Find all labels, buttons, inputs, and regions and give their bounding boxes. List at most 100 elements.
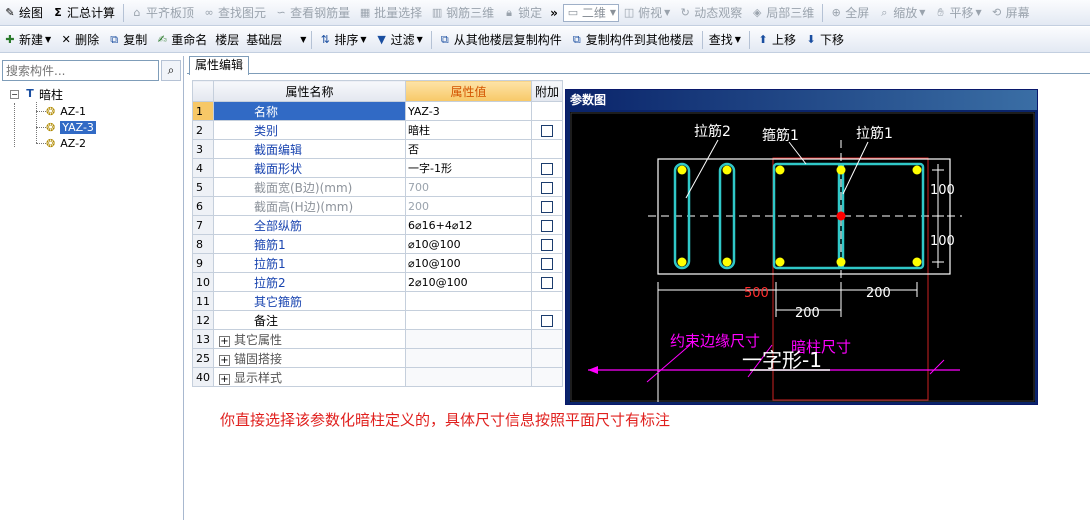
column-header-extra[interactable]: 附加: [531, 80, 563, 102]
table-row[interactable]: 2 类别 暗柱: [192, 120, 563, 140]
table-row[interactable]: 13 + 其它属性: [192, 329, 563, 349]
expand-icon[interactable]: +: [219, 335, 230, 347]
top-view-button[interactable]: ◫ 俯视 ▼: [619, 2, 673, 24]
parameter-diagram-canvas[interactable]: 拉筋2 箍筋1 拉筋1 100 100 500 200 200 约束边缘尺寸 暗…: [570, 112, 1035, 402]
property-value-cell[interactable]: ⌀10@100: [405, 234, 532, 254]
find-element-button[interactable]: ∞ 查找图元: [199, 2, 269, 24]
property-name-cell[interactable]: 截面编辑: [213, 139, 406, 159]
orbit-button[interactable]: ↻ 动态观察: [675, 2, 745, 24]
tree-node-anzhu[interactable]: − T 暗柱: [10, 86, 63, 102]
attach-checkbox[interactable]: [541, 257, 553, 270]
collapse-icon[interactable]: −: [10, 89, 19, 99]
component-toolbar: ✚ 新建 ▼ ✕ 删除 ⧉ 复制 ✍ 重命名 楼层 基础层 ▼ ⇅ 排序 ▼ ▼ 过滤 ▼ ⧉ 从其他…: [0, 27, 1090, 53]
view-rebar-button[interactable]: ∽ 查看钢筋量: [271, 2, 353, 24]
property-value-cell[interactable]: [405, 310, 532, 330]
align-slab-top-button[interactable]: ⌂ 平齐板顶: [127, 2, 197, 24]
copy-button[interactable]: ⧉ 复制: [104, 29, 150, 51]
zoom-button[interactable]: ⌕ 缩放 ▼: [874, 2, 928, 24]
property-name-cell[interactable]: 截面宽(B边)(mm): [213, 177, 406, 197]
move-down-button[interactable]: ⬇ 下移: [801, 29, 847, 51]
property-value-cell[interactable]: 6⌀16+4⌀12: [405, 215, 532, 235]
new-button[interactable]: ✚ 新建 ▼: [0, 29, 54, 51]
property-value-cell[interactable]: 700: [405, 177, 532, 197]
delete-button[interactable]: ✕ 删除: [56, 29, 102, 51]
rebar-3d-button[interactable]: ▥ 钢筋三维: [427, 2, 497, 24]
table-row[interactable]: 7 全部纵筋 6⌀16+4⌀12: [192, 215, 563, 235]
table-row[interactable]: 5 截面宽(B边)(mm) 700: [192, 177, 563, 197]
table-row[interactable]: 9 拉筋1 ⌀10@100: [192, 253, 563, 273]
table-row[interactable]: 40 + 显示样式: [192, 367, 563, 387]
table-row[interactable]: 1 名称 YAZ-3: [192, 101, 563, 121]
tree-item-az-1[interactable]: ❂ AZ-1: [46, 103, 86, 119]
property-name-cell[interactable]: 拉筋2: [213, 272, 406, 292]
property-name-cell[interactable]: 截面形状: [213, 158, 406, 178]
leader-stirrup1: [788, 141, 807, 165]
fullscreen-button[interactable]: ⊕ 全屏: [826, 2, 872, 24]
property-name-cell[interactable]: 截面高(H边)(mm): [213, 196, 406, 216]
expand-icon[interactable]: +: [219, 354, 230, 366]
property-value-cell[interactable]: 2⌀10@100: [405, 272, 532, 292]
copy-from-floor-button[interactable]: ⧉ 从其他楼层复制构件: [435, 29, 565, 51]
search-input[interactable]: [2, 60, 159, 81]
property-name-cell[interactable]: 备注: [213, 310, 406, 330]
find-button[interactable]: 查找 ▼: [706, 29, 744, 51]
property-value-cell[interactable]: [405, 291, 532, 311]
table-row[interactable]: 6 截面高(H边)(mm) 200: [192, 196, 563, 216]
filter-button[interactable]: ▼ 过滤 ▼: [372, 29, 426, 51]
attach-checkbox[interactable]: [541, 181, 553, 194]
property-name-cell[interactable]: + 显示样式: [213, 367, 406, 387]
sort-button[interactable]: ⇅ 排序 ▼: [315, 29, 369, 51]
screen-button[interactable]: ⟲ 屏幕: [987, 2, 1033, 24]
property-value-cell[interactable]: 暗柱: [405, 120, 532, 140]
toolbar-overflow-button[interactable]: »: [547, 2, 561, 24]
pan-button[interactable]: ✋︎ 平移 ▼: [930, 2, 984, 24]
property-value-cell[interactable]: 200: [405, 196, 532, 216]
tree-item-yaz-3[interactable]: ❂ YAZ-3: [46, 119, 96, 135]
search-icon[interactable]: ⌕: [161, 60, 181, 81]
property-name-cell[interactable]: + 其它属性: [213, 329, 406, 349]
rename-button[interactable]: ✍ 重命名: [152, 29, 210, 51]
column-header-value[interactable]: 属性值: [405, 80, 532, 102]
property-value-cell[interactable]: ⌀10@100: [405, 253, 532, 273]
property-value-cell[interactable]: [405, 367, 532, 387]
tree-item-az-2[interactable]: ❂ AZ-2: [46, 135, 86, 151]
table-row[interactable]: 3 截面编辑 否: [192, 139, 563, 159]
property-name-cell[interactable]: 名称: [213, 101, 406, 121]
property-value-cell[interactable]: YAZ-3: [405, 101, 532, 121]
tab-property-edit[interactable]: 属性编辑: [189, 56, 250, 75]
attach-checkbox[interactable]: [541, 276, 553, 289]
view-mode-select[interactable]: ▭ 二维 ▼: [562, 3, 620, 22]
table-row[interactable]: 8 箍筋1 ⌀10@100: [192, 234, 563, 254]
expand-icon[interactable]: +: [219, 373, 230, 385]
attach-checkbox[interactable]: [541, 124, 553, 137]
property-name-cell[interactable]: 全部纵筋: [213, 215, 406, 235]
table-row[interactable]: 4 截面形状 一字-1形: [192, 158, 563, 178]
floor-select[interactable]: 基础层 ▼: [244, 31, 308, 49]
property-value-cell[interactable]: [405, 348, 532, 368]
property-name-cell[interactable]: 类别: [213, 120, 406, 140]
table-row[interactable]: 11 其它箍筋: [192, 291, 563, 311]
property-name-cell[interactable]: 箍筋1: [213, 234, 406, 254]
property-value-cell[interactable]: 一字-1形: [405, 158, 532, 178]
attach-checkbox[interactable]: [541, 219, 553, 232]
batch-select-button[interactable]: ▦ 批量选择: [355, 2, 425, 24]
lock-button[interactable]: 🔒︎ 锁定: [499, 2, 545, 24]
copy-to-floor-button[interactable]: ⧉ 复制构件到其他楼层: [567, 29, 697, 51]
table-row[interactable]: 10 拉筋2 2⌀10@100: [192, 272, 563, 292]
property-value-cell[interactable]: [405, 329, 532, 349]
property-name-cell[interactable]: 拉筋1: [213, 253, 406, 273]
attach-checkbox[interactable]: [541, 162, 553, 175]
move-up-button[interactable]: ⬆ 上移: [753, 29, 799, 51]
table-row[interactable]: 12 备注: [192, 310, 563, 330]
attach-checkbox[interactable]: [541, 238, 553, 251]
draw-button[interactable]: ✎ 绘图: [0, 2, 46, 24]
local-3d-button[interactable]: ◈ 局部三维: [747, 2, 817, 24]
property-name-cell[interactable]: 其它箍筋: [213, 291, 406, 311]
summary-calc-button[interactable]: Σ 汇总计算: [48, 2, 118, 24]
attach-checkbox[interactable]: [541, 200, 553, 213]
property-value-cell[interactable]: 否: [405, 139, 532, 159]
attach-checkbox[interactable]: [541, 314, 553, 327]
table-row[interactable]: 25 + 锚固搭接: [192, 348, 563, 368]
property-name-cell[interactable]: + 锚固搭接: [213, 348, 406, 368]
column-header-name[interactable]: 属性名称: [213, 80, 406, 102]
